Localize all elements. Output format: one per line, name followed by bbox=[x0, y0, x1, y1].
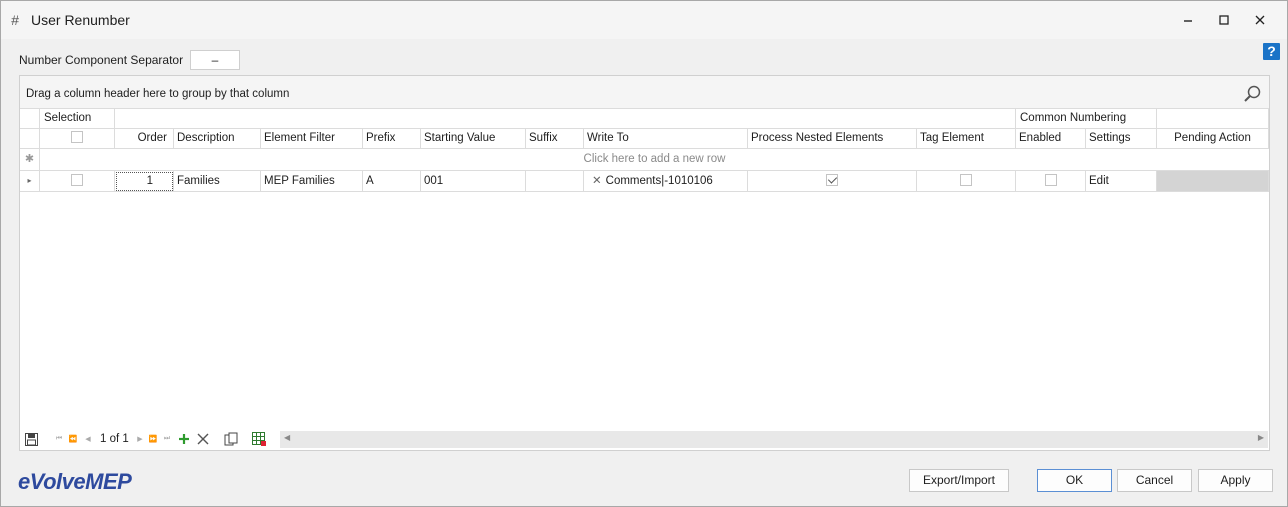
hash-icon: # bbox=[11, 12, 19, 28]
row-suffix[interactable] bbox=[526, 171, 584, 192]
save-layout-icon[interactable] bbox=[24, 432, 38, 446]
row-indicator-icon[interactable]: ▸ bbox=[20, 171, 40, 192]
band-indicator bbox=[20, 109, 40, 129]
row-prefix[interactable]: A bbox=[363, 171, 421, 192]
new-item-row[interactable]: ✱ Click here to add a new row bbox=[20, 149, 1269, 171]
header-suffix[interactable]: Suffix bbox=[526, 129, 584, 149]
header-prefix[interactable]: Prefix bbox=[363, 129, 421, 149]
evolvemep-logo: eVolveMEP bbox=[18, 469, 132, 494]
header-element-filter[interactable]: Element Filter bbox=[261, 129, 363, 149]
maximize-button[interactable] bbox=[1207, 9, 1241, 31]
add-row-icon[interactable] bbox=[177, 432, 191, 446]
process-nested-checkbox[interactable] bbox=[826, 173, 838, 186]
row-element-filter[interactable]: MEP Families bbox=[261, 171, 363, 192]
header-starting-value[interactable]: Starting Value bbox=[421, 129, 526, 149]
next-record-icon[interactable]: ▶ bbox=[133, 432, 147, 446]
band-common-numbering[interactable]: Common Numbering bbox=[1016, 109, 1157, 129]
group-panel[interactable]: Drag a column header here to group by th… bbox=[20, 76, 1269, 109]
select-all-checkbox[interactable] bbox=[71, 130, 83, 143]
first-page-icon[interactable]: ⏮ bbox=[52, 432, 66, 446]
header-write-to[interactable]: Write To bbox=[584, 129, 748, 149]
separator-input[interactable]: – bbox=[190, 50, 240, 70]
minimize-icon bbox=[1184, 20, 1192, 22]
header-enabled[interactable]: Enabled bbox=[1016, 129, 1086, 149]
header-order[interactable]: Order bbox=[115, 129, 174, 149]
remove-token-icon[interactable]: ✕ bbox=[592, 175, 602, 187]
title-bar: # User Renumber bbox=[1, 1, 1287, 39]
row-settings-edit-link[interactable]: Edit bbox=[1086, 171, 1157, 192]
row-select-checkbox[interactable] bbox=[71, 173, 83, 186]
window-title: User Renumber bbox=[31, 12, 130, 28]
header-description[interactable]: Description bbox=[174, 129, 261, 149]
tag-element-checkbox[interactable] bbox=[960, 173, 972, 186]
row-selection-cell[interactable] bbox=[40, 171, 115, 192]
row-enabled-cell[interactable] bbox=[1016, 171, 1086, 192]
renumber-grid: Drag a column header here to group by th… bbox=[19, 75, 1270, 451]
ok-button[interactable]: OK bbox=[1037, 469, 1112, 492]
row-starting-value[interactable]: 001 bbox=[421, 171, 526, 192]
write-to-token: Comments|-1010106 bbox=[605, 175, 713, 187]
next-page-icon[interactable]: ⏩ bbox=[146, 432, 160, 446]
copy-row-icon[interactable] bbox=[224, 432, 238, 446]
search-icon[interactable] bbox=[1242, 84, 1262, 104]
prev-page-icon[interactable]: ⏪ bbox=[66, 432, 80, 446]
band-pending bbox=[1157, 109, 1269, 129]
enabled-checkbox[interactable] bbox=[1044, 173, 1057, 186]
data-navigator: ⏮ ⏪ ◀ 1 of 1 ▶ ⏩ ⏭ ◀ ▶ bbox=[20, 429, 1269, 450]
new-row-indicator-icon: ✱ bbox=[20, 149, 40, 170]
row-order[interactable]: 1 bbox=[115, 171, 174, 192]
prev-record-icon[interactable]: ◀ bbox=[81, 432, 95, 446]
page-indicator: 1 of 1 bbox=[100, 433, 129, 445]
header-indicator bbox=[20, 129, 40, 149]
new-row-text[interactable]: Click here to add a new row bbox=[40, 149, 1269, 170]
close-button[interactable] bbox=[1243, 9, 1277, 31]
user-renumber-window: # User Renumber Number Component Separat… bbox=[0, 0, 1288, 507]
delete-row-icon[interactable] bbox=[196, 432, 210, 446]
row-pending-action bbox=[1157, 171, 1269, 192]
apply-button[interactable]: Apply bbox=[1198, 469, 1273, 492]
band-main bbox=[115, 109, 1016, 129]
group-panel-text: Drag a column header here to group by th… bbox=[26, 88, 290, 100]
header-process-nested[interactable]: Process Nested Elements bbox=[748, 129, 917, 149]
separator-label: Number Component Separator bbox=[19, 53, 184, 67]
row-process-nested-cell[interactable] bbox=[748, 171, 917, 192]
scroll-right-icon[interactable]: ▶ bbox=[1258, 433, 1264, 442]
maximize-icon bbox=[1219, 15, 1229, 25]
scroll-left-icon[interactable]: ◀ bbox=[284, 433, 290, 442]
cancel-button[interactable]: Cancel bbox=[1117, 469, 1192, 492]
minimize-button[interactable] bbox=[1171, 9, 1205, 31]
export-grid-icon[interactable] bbox=[252, 432, 266, 446]
row-tag-element-cell[interactable] bbox=[917, 171, 1016, 192]
help-icon[interactable]: ? bbox=[1263, 43, 1280, 60]
close-icon bbox=[1255, 15, 1265, 25]
header-settings[interactable]: Settings bbox=[1086, 129, 1157, 149]
row-description[interactable]: Families bbox=[174, 171, 261, 192]
export-import-button[interactable]: Export/Import bbox=[909, 469, 1009, 492]
horizontal-scrollbar[interactable]: ◀ ▶ bbox=[280, 431, 1268, 448]
band-selection[interactable]: Selection bbox=[40, 109, 115, 129]
header-selection-checkbox[interactable] bbox=[40, 129, 115, 149]
header-pending-action[interactable]: Pending Action bbox=[1157, 129, 1269, 149]
last-page-icon[interactable]: ⏭ bbox=[160, 432, 174, 446]
header-tag-element[interactable]: Tag Element bbox=[917, 129, 1016, 149]
row-write-to[interactable]: ✕ Comments|-1010106 bbox=[584, 171, 748, 192]
